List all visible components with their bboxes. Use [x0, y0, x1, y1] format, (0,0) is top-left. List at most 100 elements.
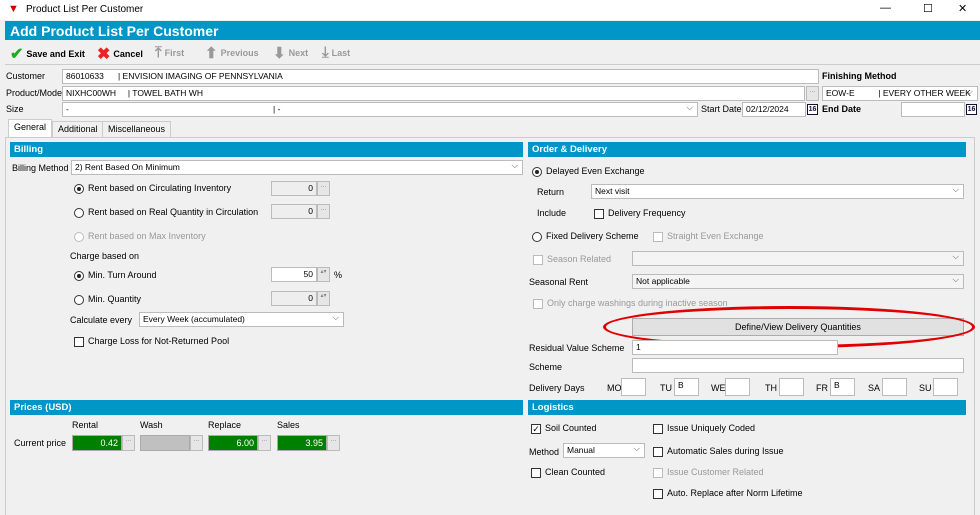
scheme-label: Scheme	[529, 362, 563, 372]
price-browse-button[interactable]: ...	[122, 435, 135, 451]
price-field[interactable]	[140, 435, 190, 451]
tab-miscellaneous[interactable]: Miscellaneous	[102, 121, 172, 137]
billing-header: Billing	[10, 142, 523, 157]
start-date-label: Start Date	[701, 104, 742, 114]
percent-label: %	[334, 270, 343, 280]
circulating-value[interactable]: 0	[271, 181, 317, 196]
checkbox-icon	[653, 467, 663, 478]
clean-counted-checkbox[interactable]: Clean Counted	[531, 467, 605, 478]
season-related-checkbox[interactable]: Season Related	[533, 254, 611, 265]
check-icon: ✔	[10, 46, 24, 63]
day-label: SU	[919, 383, 932, 393]
day-field[interactable]	[882, 378, 907, 396]
first-button[interactable]: ⤒ First	[155, 44, 184, 61]
calculate-select[interactable]: Every Week (accumulated)	[139, 312, 344, 327]
day-field[interactable]: B	[830, 378, 855, 396]
last-button[interactable]: ⤓ Last	[322, 44, 350, 61]
day-label: MO	[607, 383, 622, 393]
radio-delayed-even-exchange[interactable]: Delayed Even Exchange	[532, 166, 645, 177]
calendar-icon[interactable]: 16	[807, 104, 818, 115]
previous-button[interactable]: ⬆ Previous	[205, 44, 259, 62]
price-browse-button[interactable]: ...	[190, 435, 203, 451]
checkbox-icon	[653, 231, 663, 242]
customer-related-checkbox[interactable]: Issue Customer Related	[653, 467, 764, 478]
billing-method-label: Billing Method	[12, 163, 69, 173]
automatic-sales-checkbox[interactable]: Automatic Sales during Issue	[653, 446, 784, 457]
next-button[interactable]: ⬇ Next	[273, 44, 308, 62]
residual-field[interactable]: 1	[632, 340, 838, 355]
minimize-button[interactable]: —	[880, 2, 891, 14]
finishing-select[interactable]: EOW-E | EVERY OTHER WEEK	[822, 86, 978, 101]
only-charge-checkbox[interactable]: Only charge washings during inactive sea…	[533, 298, 728, 309]
product-label: Product/Model	[6, 88, 65, 98]
order-delivery-header: Order & Delivery	[528, 142, 966, 157]
price-browse-button[interactable]: ...	[258, 435, 271, 451]
price-header: Wash	[140, 420, 163, 430]
real-quantity-value[interactable]: 0	[271, 204, 317, 219]
radio-icon	[74, 183, 84, 194]
delivery-frequency-checkbox[interactable]: Delivery Frequency	[594, 208, 686, 219]
size-select[interactable]: - | -	[62, 102, 698, 117]
radio-min-quantity[interactable]: Min. Quantity	[74, 294, 141, 305]
calculate-label: Calculate every	[70, 315, 133, 325]
calendar-icon[interactable]: 16	[966, 104, 977, 115]
product-browse-button[interactable]: ...	[806, 86, 819, 101]
price-header: Replace	[208, 420, 242, 430]
charge-based-label: Charge based on	[70, 251, 140, 261]
start-date-field[interactable]: 02/12/2024	[742, 102, 806, 117]
day-label: SA	[868, 383, 881, 393]
customer-field[interactable]: 86010633 | ENVISION IMAGING OF PENNSYLVA…	[62, 69, 819, 84]
radio-min-turn-around[interactable]: Min. Turn Around	[74, 270, 157, 281]
price-field[interactable]: 3.95	[277, 435, 327, 451]
return-label: Return	[537, 187, 565, 197]
close-button[interactable]: ✕	[958, 2, 967, 15]
browse-button[interactable]: ...	[317, 181, 330, 196]
spinner-icon[interactable]: ▴▾	[317, 291, 330, 306]
price-browse-button[interactable]: ...	[327, 435, 340, 451]
cancel-button[interactable]: ✖ Cancel	[97, 44, 143, 64]
window-title: Product List Per Customer	[26, 4, 144, 15]
tab-general[interactable]: General	[8, 119, 53, 137]
issue-unique-checkbox[interactable]: Issue Uniquely Coded	[653, 423, 755, 434]
method-select[interactable]: Manual	[563, 443, 645, 458]
charge-loss-checkbox[interactable]: Charge Loss for Not-Returned Pool	[74, 336, 229, 347]
day-field[interactable]	[779, 378, 804, 396]
season-select[interactable]	[632, 251, 964, 266]
checkbox-icon	[653, 446, 663, 457]
last-arrow-icon: ⤓	[322, 44, 329, 61]
turn-around-value[interactable]: 50	[271, 267, 317, 282]
day-field[interactable]	[933, 378, 958, 396]
seasonal-rent-label: Seasonal Rent	[529, 277, 589, 287]
checkbox-icon: ✓	[531, 423, 541, 434]
day-field[interactable]: B	[674, 378, 699, 396]
tab-additional[interactable]: Additional	[52, 121, 104, 137]
auto-replace-checkbox[interactable]: Auto. Replace after Norm Lifetime	[653, 488, 803, 499]
day-label: TU	[660, 383, 672, 393]
finishing-label: Finishing Method	[822, 71, 897, 81]
day-field[interactable]	[621, 378, 646, 396]
product-field[interactable]: NIXHC00WH | TOWEL BATH WH	[62, 86, 805, 101]
price-field[interactable]: 0.42	[72, 435, 122, 451]
radio-circulating[interactable]: Rent based on Circulating Inventory	[74, 183, 231, 194]
save-exit-button[interactable]: ✔ Save and Exit	[10, 44, 85, 64]
title-bar: ▼ Product List Per Customer — ☐ ✕	[0, 0, 980, 20]
min-quantity-value[interactable]: 0	[271, 291, 317, 306]
spinner-icon[interactable]: ▴▾	[317, 267, 330, 282]
radio-real-quantity[interactable]: Rent based on Real Quantity in Circulati…	[74, 207, 258, 218]
price-field[interactable]: 6.00	[208, 435, 258, 451]
radio-max-inventory[interactable]: Rent based on Max Inventory	[74, 231, 206, 242]
billing-method-select[interactable]: 2) Rent Based On Minimum	[71, 160, 523, 175]
end-date-field[interactable]	[901, 102, 965, 117]
day-label: FR	[816, 383, 828, 393]
residual-label: Residual Value Scheme	[529, 343, 625, 353]
seasonal-rent-select[interactable]: Not applicable	[632, 274, 964, 289]
maximize-button[interactable]: ☐	[923, 2, 933, 15]
straight-even-checkbox[interactable]: Straight Even Exchange	[653, 231, 764, 242]
day-field[interactable]	[725, 378, 750, 396]
scheme-field[interactable]	[632, 358, 964, 373]
browse-button[interactable]: ...	[317, 204, 330, 219]
return-select[interactable]: Next visit	[591, 184, 964, 199]
up-arrow-icon: ⬆	[205, 45, 218, 62]
radio-fixed-delivery[interactable]: Fixed Delivery Scheme	[532, 231, 639, 242]
soil-counted-checkbox[interactable]: ✓ Soil Counted	[531, 423, 597, 434]
